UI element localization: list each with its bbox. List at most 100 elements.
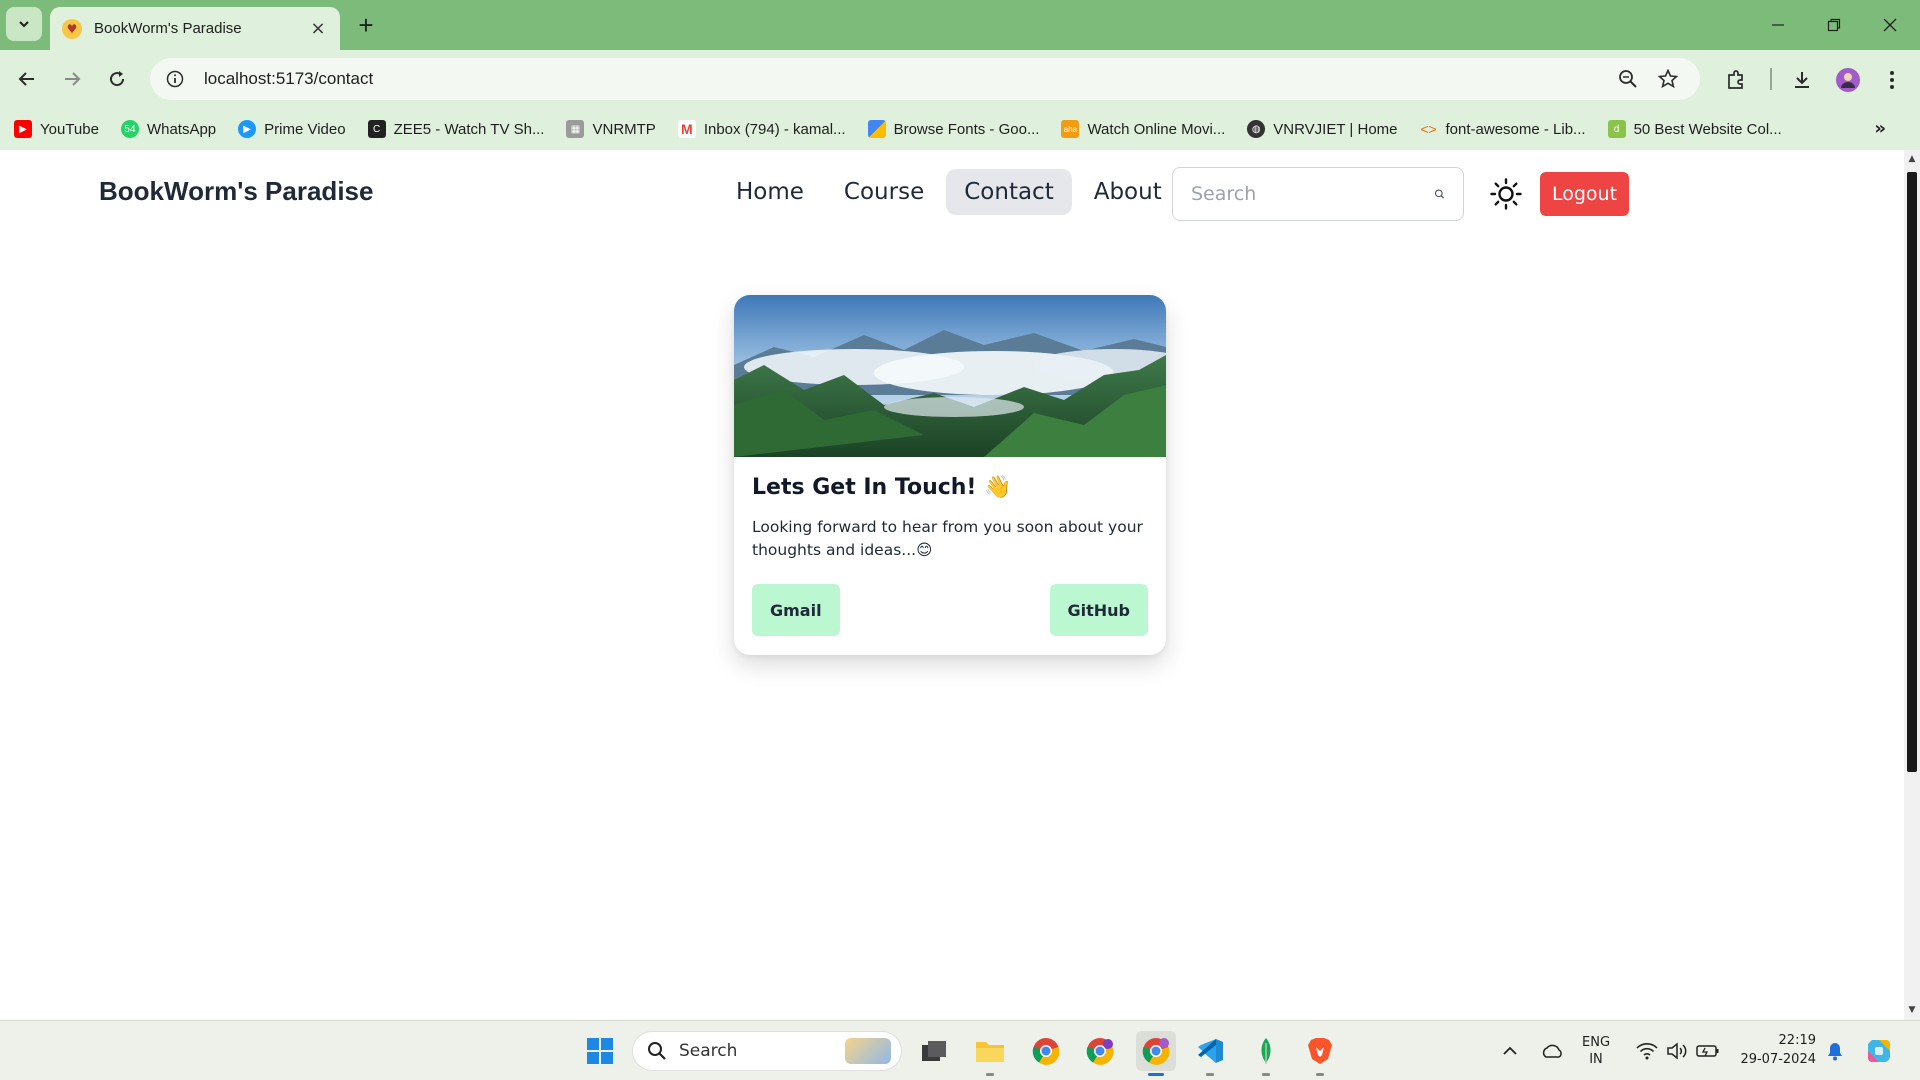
system-clock[interactable]: 22:19 29-07-2024 xyxy=(1732,1031,1816,1069)
gmail-icon: M xyxy=(677,120,696,138)
url-text[interactable]: localhost:5173/contact xyxy=(204,69,1610,89)
nav-about[interactable]: About xyxy=(1076,169,1180,215)
bookmark-google-fonts[interactable]: Browse Fonts - Goo... xyxy=(867,120,1039,138)
theme-toggle-button[interactable] xyxy=(1488,176,1524,212)
brave-running-indicator xyxy=(1316,1073,1324,1076)
google-fonts-icon xyxy=(867,120,886,138)
bookmark-gmail[interactable]: M Inbox (794) - kamal... xyxy=(677,120,846,138)
scrollbar-thumb[interactable] xyxy=(1907,172,1917,772)
more-menu-icon[interactable] xyxy=(1874,62,1910,98)
chevron-down-icon xyxy=(19,21,29,28)
scroll-up-arrow-icon[interactable]: ▲ xyxy=(1907,154,1917,164)
windows-start-icon[interactable] xyxy=(580,1031,620,1071)
search-input[interactable] xyxy=(1191,183,1434,205)
website-colors-icon: d xyxy=(1607,120,1626,138)
search-icon[interactable] xyxy=(1434,186,1445,202)
tab-search-button[interactable] xyxy=(6,7,42,41)
downloads-icon[interactable] xyxy=(1784,62,1820,98)
card-actions: Gmail GitHub xyxy=(752,584,1148,636)
code-icon: <> xyxy=(1420,121,1437,137)
file-explorer-icon[interactable] xyxy=(970,1031,1010,1071)
site-brand[interactable]: BookWorm's Paradise xyxy=(99,176,373,207)
tab-close-icon[interactable]: × xyxy=(308,18,328,39)
chrome-profile-icon[interactable] xyxy=(1080,1031,1120,1071)
copilot-icon[interactable] xyxy=(1864,1021,1894,1080)
nav-home[interactable]: Home xyxy=(718,169,822,215)
address-bar[interactable]: localhost:5173/contact xyxy=(150,58,1700,100)
new-tab-button[interactable]: + xyxy=(352,10,380,40)
scroll-down-arrow-icon[interactable]: ▼ xyxy=(1907,1005,1917,1015)
bookmark-website-colors[interactable]: d 50 Best Website Col... xyxy=(1607,120,1782,138)
minimize-button[interactable] xyxy=(1750,8,1806,42)
chrome-active-indicator xyxy=(1148,1073,1164,1076)
card-title: Lets Get In Touch! 👋 xyxy=(752,475,1012,500)
bookmark-movies[interactable]: aha Watch Online Movi... xyxy=(1061,120,1225,138)
bookmark-zee5[interactable]: C ZEE5 - Watch TV Sh... xyxy=(367,120,544,138)
bookmark-vnrvjiet[interactable]: ◍ VNRVJIET | Home xyxy=(1247,120,1398,138)
forward-button[interactable] xyxy=(55,62,89,96)
extensions-icon[interactable] xyxy=(1718,62,1754,98)
reload-button[interactable] xyxy=(100,62,134,96)
movies-icon: aha xyxy=(1061,120,1080,138)
bookmark-youtube[interactable]: ▶ YouTube xyxy=(14,120,99,138)
mongodb-icon[interactable] xyxy=(1246,1031,1286,1071)
back-button[interactable] xyxy=(10,62,44,96)
sun-icon xyxy=(1490,178,1522,210)
card-description: Looking forward to hear from you soon ab… xyxy=(752,518,1143,559)
whatsapp-icon: 54 xyxy=(120,120,139,138)
brave-icon[interactable] xyxy=(1300,1031,1340,1071)
site-search xyxy=(1172,167,1464,221)
chrome-active-icon[interactable] xyxy=(1136,1031,1176,1071)
zoom-icon[interactable] xyxy=(1610,61,1646,97)
bookmark-vnrmtp[interactable]: ▦ VNRMTP xyxy=(566,120,656,138)
nav-contact[interactable]: Contact xyxy=(946,169,1072,215)
tab-title: BookWorm's Paradise xyxy=(94,20,242,37)
arrow-right-icon xyxy=(65,72,81,86)
contact-card: Lets Get In Touch! 👋 Looking forward to … xyxy=(734,295,1166,655)
page-content: BookWorm's Paradise Home Course Contact … xyxy=(0,150,1904,1020)
search-icon xyxy=(648,1042,666,1060)
close-window-button[interactable] xyxy=(1862,8,1918,42)
page-scrollbar[interactable]: ▲ ▼ xyxy=(1904,150,1920,1020)
logout-button[interactable]: Logout xyxy=(1540,172,1629,216)
language-code: ENG xyxy=(1582,1035,1611,1050)
restore-button[interactable] xyxy=(1806,8,1862,42)
tray-overflow-icon[interactable] xyxy=(1502,1021,1518,1080)
bookmark-star-icon[interactable] xyxy=(1650,61,1686,97)
notification-bell-icon[interactable] xyxy=(1826,1021,1844,1080)
clock-date: 29-07-2024 xyxy=(1740,1052,1816,1067)
bookmarks-overflow-icon[interactable]: » xyxy=(1874,118,1886,139)
site-nav: Home Course Contact About xyxy=(718,169,1180,215)
vnrmtp-icon: ▦ xyxy=(566,120,585,138)
bookmark-whatsapp[interactable]: 54 WhatsApp xyxy=(120,120,216,138)
windows-taskbar: Search ENG IN 22:19 29-07-2024 xyxy=(0,1020,1920,1080)
taskbar-search-label: Search xyxy=(679,1041,738,1061)
gmail-button[interactable]: Gmail xyxy=(752,584,840,636)
active-tab[interactable]: ♥ BookWorm's Paradise × xyxy=(50,7,340,50)
youtube-icon: ▶ xyxy=(14,120,32,138)
vscode-icon[interactable] xyxy=(1190,1031,1230,1071)
github-button[interactable]: GitHub xyxy=(1049,584,1148,636)
card-body: Lets Get In Touch! 👋 Looking forward to … xyxy=(734,457,1166,562)
globe-icon: ◍ xyxy=(1247,120,1266,138)
bookmark-prime-video[interactable]: ▶ Prime Video xyxy=(238,120,346,138)
taskbar-search[interactable]: Search xyxy=(632,1031,902,1071)
explorer-running-indicator xyxy=(986,1073,994,1076)
clock-time: 22:19 xyxy=(1778,1033,1816,1048)
wifi-icon[interactable] xyxy=(1636,1021,1658,1080)
battery-icon[interactable] xyxy=(1696,1021,1720,1080)
chrome-icon[interactable] xyxy=(1026,1031,1066,1071)
nav-course[interactable]: Course xyxy=(826,169,942,215)
onedrive-icon[interactable] xyxy=(1540,1021,1564,1080)
arrow-left-icon xyxy=(18,72,34,86)
mongodb-running-indicator xyxy=(1262,1073,1270,1076)
language-indicator[interactable]: ENG IN xyxy=(1582,1021,1610,1080)
site-info-icon[interactable] xyxy=(160,64,190,94)
browser-toolbar: localhost:5173/contact xyxy=(0,50,1920,108)
volume-icon[interactable] xyxy=(1666,1021,1688,1080)
profile-avatar[interactable] xyxy=(1830,62,1866,98)
reload-icon xyxy=(110,71,125,87)
zee5-icon: C xyxy=(367,120,386,138)
task-view-icon[interactable] xyxy=(914,1031,954,1071)
bookmark-font-awesome[interactable]: <> font-awesome - Lib... xyxy=(1420,120,1585,138)
